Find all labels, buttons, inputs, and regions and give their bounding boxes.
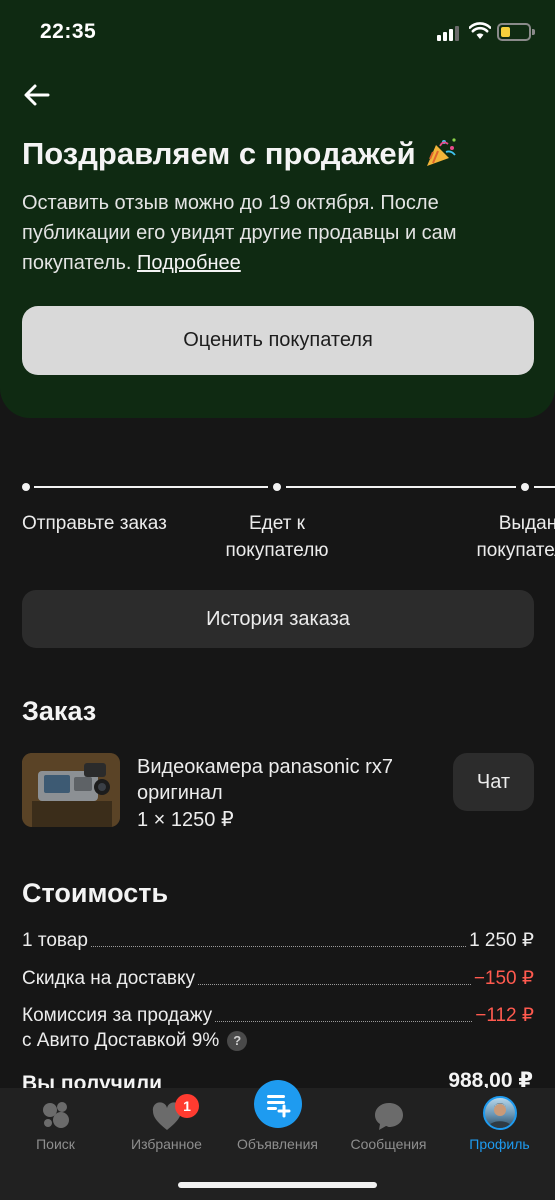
dotted-leader	[215, 1021, 473, 1022]
rate-buyer-button[interactable]: Оценить покупателя	[22, 306, 534, 375]
timeline-step-label: Выдан	[498, 513, 555, 534]
tab-label: Профиль	[469, 1136, 530, 1152]
favorites-badge: 1	[175, 1094, 199, 1118]
cost-row-label: 1 товар	[22, 930, 88, 951]
help-icon[interactable]: ?	[227, 1031, 248, 1051]
home-indicator	[178, 1182, 377, 1188]
tab-messages[interactable]: Сообщения	[333, 1088, 444, 1168]
avatar	[482, 1096, 517, 1130]
cost-row-commission: Комиссия за продажу −112 ₽	[22, 1003, 534, 1027]
timeline-line	[534, 486, 555, 488]
cost-row-label: Скидка на доставку	[22, 968, 195, 989]
chat-bubble-icon	[374, 1103, 403, 1130]
cellular-signal-icon	[437, 25, 463, 41]
battery-icon	[497, 23, 535, 41]
product-quantity-price: 1 × 1250 ₽	[137, 809, 234, 831]
tab-favorites[interactable]: 1 Избранное	[111, 1088, 222, 1168]
order-progress-timeline: Отправьте заказ Едет к покупателю Выдан …	[0, 476, 555, 566]
cost-row-label: Комиссия за продажу	[22, 1005, 213, 1026]
cost-row-value: −112 ₽	[475, 1005, 534, 1026]
product-thumbnail[interactable]	[22, 753, 120, 827]
party-popper-icon	[427, 138, 457, 166]
bottom-tab-bar: Поиск 1 Избранное Объявления Сообщения П…	[0, 1080, 555, 1200]
timeline-step-label: покупателю	[476, 540, 555, 561]
commission-subtitle: с Авито Доставкой 9%?	[22, 1030, 248, 1052]
cost-row-value: 1 250 ₽	[469, 930, 534, 951]
cost-row-value: −150 ₽	[473, 968, 534, 989]
status-bar: 22:35	[0, 0, 555, 66]
timeline-dot	[521, 483, 529, 491]
cost-row-delivery-discount: Скидка на доставку −150 ₽	[22, 966, 534, 990]
tab-profile[interactable]: Профиль	[444, 1088, 555, 1168]
add-listing-icon	[253, 1080, 302, 1128]
camcorder-image	[22, 753, 120, 827]
commission-subtitle-text: с Авито Доставкой 9%	[22, 1030, 220, 1051]
timeline-line	[286, 486, 516, 488]
order-history-button[interactable]: История заказа	[22, 590, 534, 648]
dotted-leader	[90, 946, 467, 947]
search-icon	[42, 1102, 69, 1128]
timeline-step-delivered: Выдан покупателю	[458, 510, 555, 564]
wifi-icon	[469, 22, 491, 39]
timeline-line	[34, 486, 268, 488]
back-arrow-icon[interactable]	[20, 78, 54, 112]
review-deadline-text: Оставить отзыв можно до 19 октября. Посл…	[22, 188, 522, 278]
tab-label: Поиск	[36, 1136, 75, 1152]
status-time: 22:35	[40, 20, 97, 43]
timeline-dot	[273, 483, 281, 491]
timeline-step-label: Едет к	[249, 513, 305, 534]
timeline-step-in-transit: Едет к покупателю	[207, 510, 347, 564]
timeline-dot	[22, 483, 30, 491]
tab-search[interactable]: Поиск	[0, 1088, 111, 1168]
timeline-step-label: покупателю	[225, 540, 329, 561]
page-title: Поздравляем с продажей	[22, 136, 458, 172]
cost-row-item: 1 товар 1 250 ₽	[22, 928, 534, 952]
timeline-step-send: Отправьте заказ	[22, 510, 167, 537]
tab-label: Избранное	[131, 1136, 202, 1152]
tab-label: Сообщения	[350, 1136, 427, 1152]
page-title-text: Поздравляем с продажей	[22, 136, 416, 171]
tab-listings[interactable]: Объявления	[222, 1080, 333, 1168]
timeline-step-label: Отправьте заказ	[22, 513, 167, 534]
tab-label: Объявления	[237, 1136, 318, 1152]
order-section-title: Заказ	[22, 696, 97, 726]
dotted-leader	[197, 984, 471, 985]
chat-button[interactable]: Чат	[453, 753, 534, 811]
product-name[interactable]: Видеокамера panasonic rx7 оригинал	[137, 754, 427, 806]
congrats-header: 22:35 Поздравляем с продажей Оставить от…	[0, 0, 555, 418]
cost-section-title: Стоимость	[22, 878, 169, 908]
more-info-link[interactable]: Подробнее	[137, 252, 241, 274]
